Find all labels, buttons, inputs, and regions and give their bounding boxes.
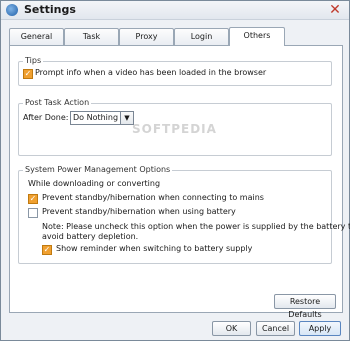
app-icon [6,4,18,16]
title-bar: Settings ✕ [1,1,349,20]
post-task-group: Post Task Action After Done: Do Nothing … [18,98,332,156]
while-label: While downloading or converting [28,179,161,188]
prevent-battery-checkbox[interactable] [28,208,38,218]
note-line-1: Note: Please uncheck this option when th… [42,222,350,231]
settings-window: Settings ✕ General Task Proxy Login Othe… [0,0,350,341]
tab-task[interactable]: Task [64,28,119,45]
after-done-label: After Done: [23,113,69,122]
power-group: System Power Management Options While do… [18,165,350,264]
power-group-title: System Power Management Options [23,165,173,174]
others-panel: SOFTPEDIA Tips ✓ Prompt info when a vide… [9,45,350,319]
tab-general[interactable]: General [9,28,64,45]
after-done-select[interactable]: Do Nothing ▼ [70,111,134,125]
prompt-info-label: Prompt info when a video has been loaded… [35,68,267,77]
ok-button[interactable]: OK [212,321,251,336]
restore-defaults-button[interactable]: Restore Defaults [274,294,336,319]
apply-button[interactable]: Apply [299,321,341,336]
tab-login[interactable]: Login [174,28,229,45]
prevent-battery-label: Prevent standby/hibernation when using b… [42,207,236,216]
reminder-label: Show reminder when switching to battery … [56,244,253,253]
tab-proxy[interactable]: Proxy [119,28,174,45]
reminder-checkbox[interactable]: ✓ [42,245,52,255]
close-icon[interactable]: ✕ [327,2,343,18]
chevron-down-icon[interactable]: ▼ [120,112,133,124]
tips-group-title: Tips [23,56,44,65]
cancel-button[interactable]: Cancel [256,321,295,336]
prompt-info-checkbox[interactable]: ✓ [23,69,33,79]
after-done-value: Do Nothing [73,113,119,122]
prevent-mains-checkbox[interactable]: ✓ [28,194,38,204]
window-title: Settings [24,3,76,16]
prevent-mains-label: Prevent standby/hibernation when connect… [42,193,264,202]
post-task-group-title: Post Task Action [23,98,92,107]
tips-group: Tips ✓ Prompt info when a video has been… [18,56,332,86]
tab-others[interactable]: Others [229,27,285,46]
note-line-2: avoid battery depletion. [42,232,139,241]
